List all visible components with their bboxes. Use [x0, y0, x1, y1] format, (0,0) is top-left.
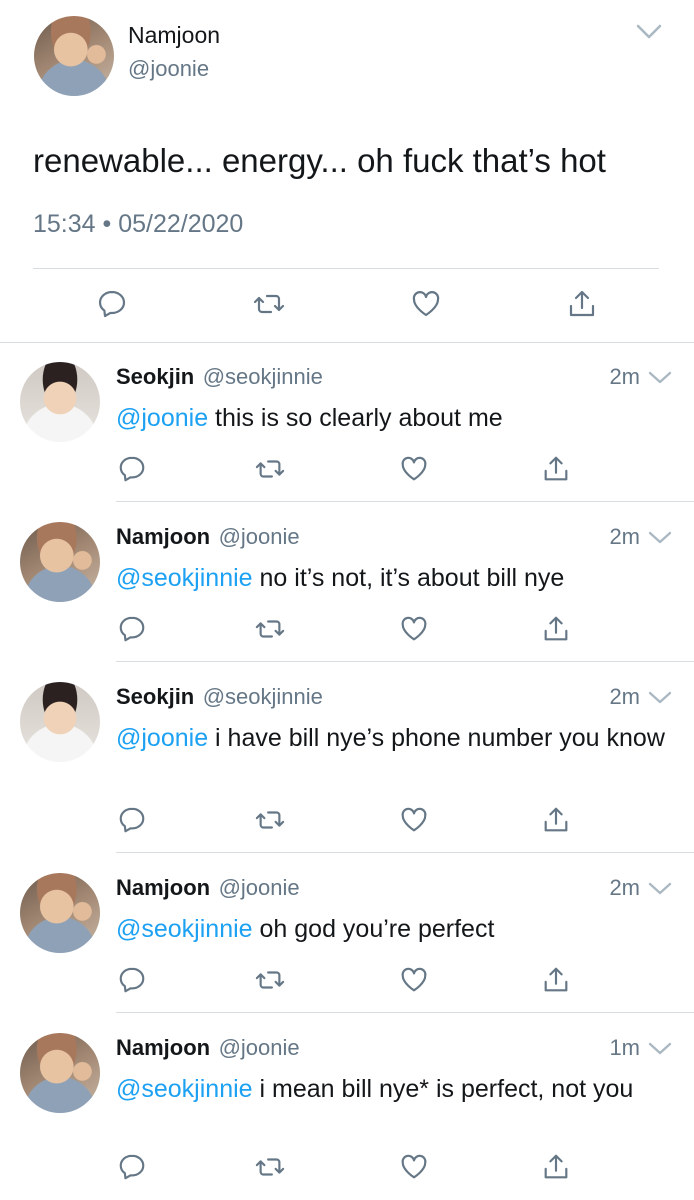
main-tweet: Namjoon @joonie renewable... energy... o…	[0, 0, 694, 342]
reply-header: Namjoon @joonie	[116, 524, 300, 550]
avatar[interactable]	[20, 1033, 100, 1113]
author-handle[interactable]: @joonie	[219, 524, 300, 549]
tweet-timestamp[interactable]: 15:34 • 05/22/2020	[33, 210, 243, 239]
mention-link[interactable]: @seokjinnie	[116, 564, 253, 592]
author-name[interactable]: Namjoon	[128, 22, 220, 49]
divider	[33, 268, 659, 269]
chevron-down-icon[interactable]	[648, 531, 672, 545]
reply-text: @joonie i have bill nye’s phone number y…	[116, 722, 676, 754]
reply-header: Seokjin @seokjinnie	[116, 364, 323, 390]
retweet-icon[interactable]	[255, 965, 287, 997]
like-icon[interactable]	[399, 965, 431, 997]
reply-tweet[interactable]: Namjoon @joonie 2m @seokjinnie oh god yo…	[0, 853, 694, 1013]
retweet-icon[interactable]	[255, 805, 287, 837]
chevron-down-icon[interactable]	[648, 691, 672, 705]
retweet-icon[interactable]	[255, 614, 287, 646]
chevron-down-icon[interactable]	[648, 1042, 672, 1056]
reply-body: this is so clearly about me	[208, 404, 503, 432]
like-icon[interactable]	[399, 805, 431, 837]
reply-header: Namjoon @joonie	[116, 1035, 300, 1061]
reply-icon[interactable]	[117, 965, 149, 997]
mention-link[interactable]: @seokjinnie	[116, 915, 253, 943]
share-icon[interactable]	[541, 805, 573, 837]
chevron-down-icon[interactable]	[648, 882, 672, 896]
reply-body: oh god you’re perfect	[252, 915, 495, 943]
author-handle[interactable]: @joonie	[219, 1035, 300, 1060]
retweet-icon[interactable]	[255, 454, 287, 486]
reply-body: no it’s not, it’s about bill nye	[252, 564, 565, 592]
share-icon[interactable]	[566, 288, 598, 320]
reply-tweet[interactable]: Seokjin @seokjinnie 2m @joonie this is s…	[0, 342, 694, 502]
avatar[interactable]	[20, 873, 100, 953]
reply-text: @joonie this is so clearly about me	[116, 402, 676, 434]
like-icon[interactable]	[399, 454, 431, 486]
reply-body: i mean bill nye* is perfect, not you	[252, 1075, 634, 1103]
avatar[interactable]	[20, 362, 100, 442]
author-handle[interactable]: @seokjinnie	[203, 364, 323, 389]
reply-icon[interactable]	[96, 288, 128, 320]
share-icon[interactable]	[541, 965, 573, 997]
share-icon[interactable]	[541, 454, 573, 486]
avatar[interactable]	[34, 16, 114, 96]
author-handle[interactable]: @seokjinnie	[203, 684, 323, 709]
author-name[interactable]: Seokjin	[116, 684, 194, 709]
like-icon[interactable]	[399, 614, 431, 646]
reply-time[interactable]: 2m	[580, 684, 640, 710]
author-name[interactable]: Seokjin	[116, 364, 194, 389]
author-name[interactable]: Namjoon	[116, 1035, 210, 1060]
like-icon[interactable]	[399, 1152, 431, 1184]
reply-header: Namjoon @joonie	[116, 875, 300, 901]
reply-time[interactable]: 1m	[580, 1035, 640, 1061]
reply-time[interactable]: 2m	[580, 364, 640, 390]
chevron-down-icon[interactable]	[648, 371, 672, 385]
chevron-down-icon[interactable]	[636, 24, 662, 40]
retweet-icon[interactable]	[255, 1152, 287, 1184]
reply-tweet[interactable]: Seokjin @seokjinnie 2m @joonie i have bi…	[0, 662, 694, 853]
reply-text: @seokjinnie no it’s not, it’s about bill…	[116, 562, 676, 594]
mention-link[interactable]: @joonie	[116, 724, 208, 752]
author-handle[interactable]: @joonie	[219, 875, 300, 900]
reply-body: i have bill nye’s phone number you know	[208, 724, 665, 752]
reply-text: @seokjinnie i mean bill nye* is perfect,…	[116, 1073, 676, 1105]
reply-icon[interactable]	[117, 1152, 149, 1184]
author-name[interactable]: Namjoon	[116, 524, 210, 549]
reply-time[interactable]: 2m	[580, 875, 640, 901]
reply-icon[interactable]	[117, 454, 149, 486]
avatar[interactable]	[20, 522, 100, 602]
reply-text: @seokjinnie oh god you’re perfect	[116, 913, 676, 945]
reply-header: Seokjin @seokjinnie	[116, 684, 323, 710]
reply-icon[interactable]	[117, 614, 149, 646]
author-handle[interactable]: @joonie	[128, 56, 209, 82]
mention-link[interactable]: @seokjinnie	[116, 1075, 253, 1103]
reply-time[interactable]: 2m	[580, 524, 640, 550]
like-icon[interactable]	[410, 288, 442, 320]
avatar[interactable]	[20, 682, 100, 762]
author-name[interactable]: Namjoon	[116, 875, 210, 900]
reply-tweet[interactable]: Namjoon @joonie 1m @seokjinnie i mean bi…	[0, 1013, 694, 1200]
reply-tweet[interactable]: Namjoon @joonie 2m @seokjinnie no it’s n…	[0, 502, 694, 662]
mention-link[interactable]: @joonie	[116, 404, 208, 432]
tweet-text: renewable... energy... oh fuck that’s ho…	[33, 142, 606, 179]
retweet-icon[interactable]	[253, 288, 285, 320]
share-icon[interactable]	[541, 1152, 573, 1184]
reply-icon[interactable]	[117, 805, 149, 837]
share-icon[interactable]	[541, 614, 573, 646]
